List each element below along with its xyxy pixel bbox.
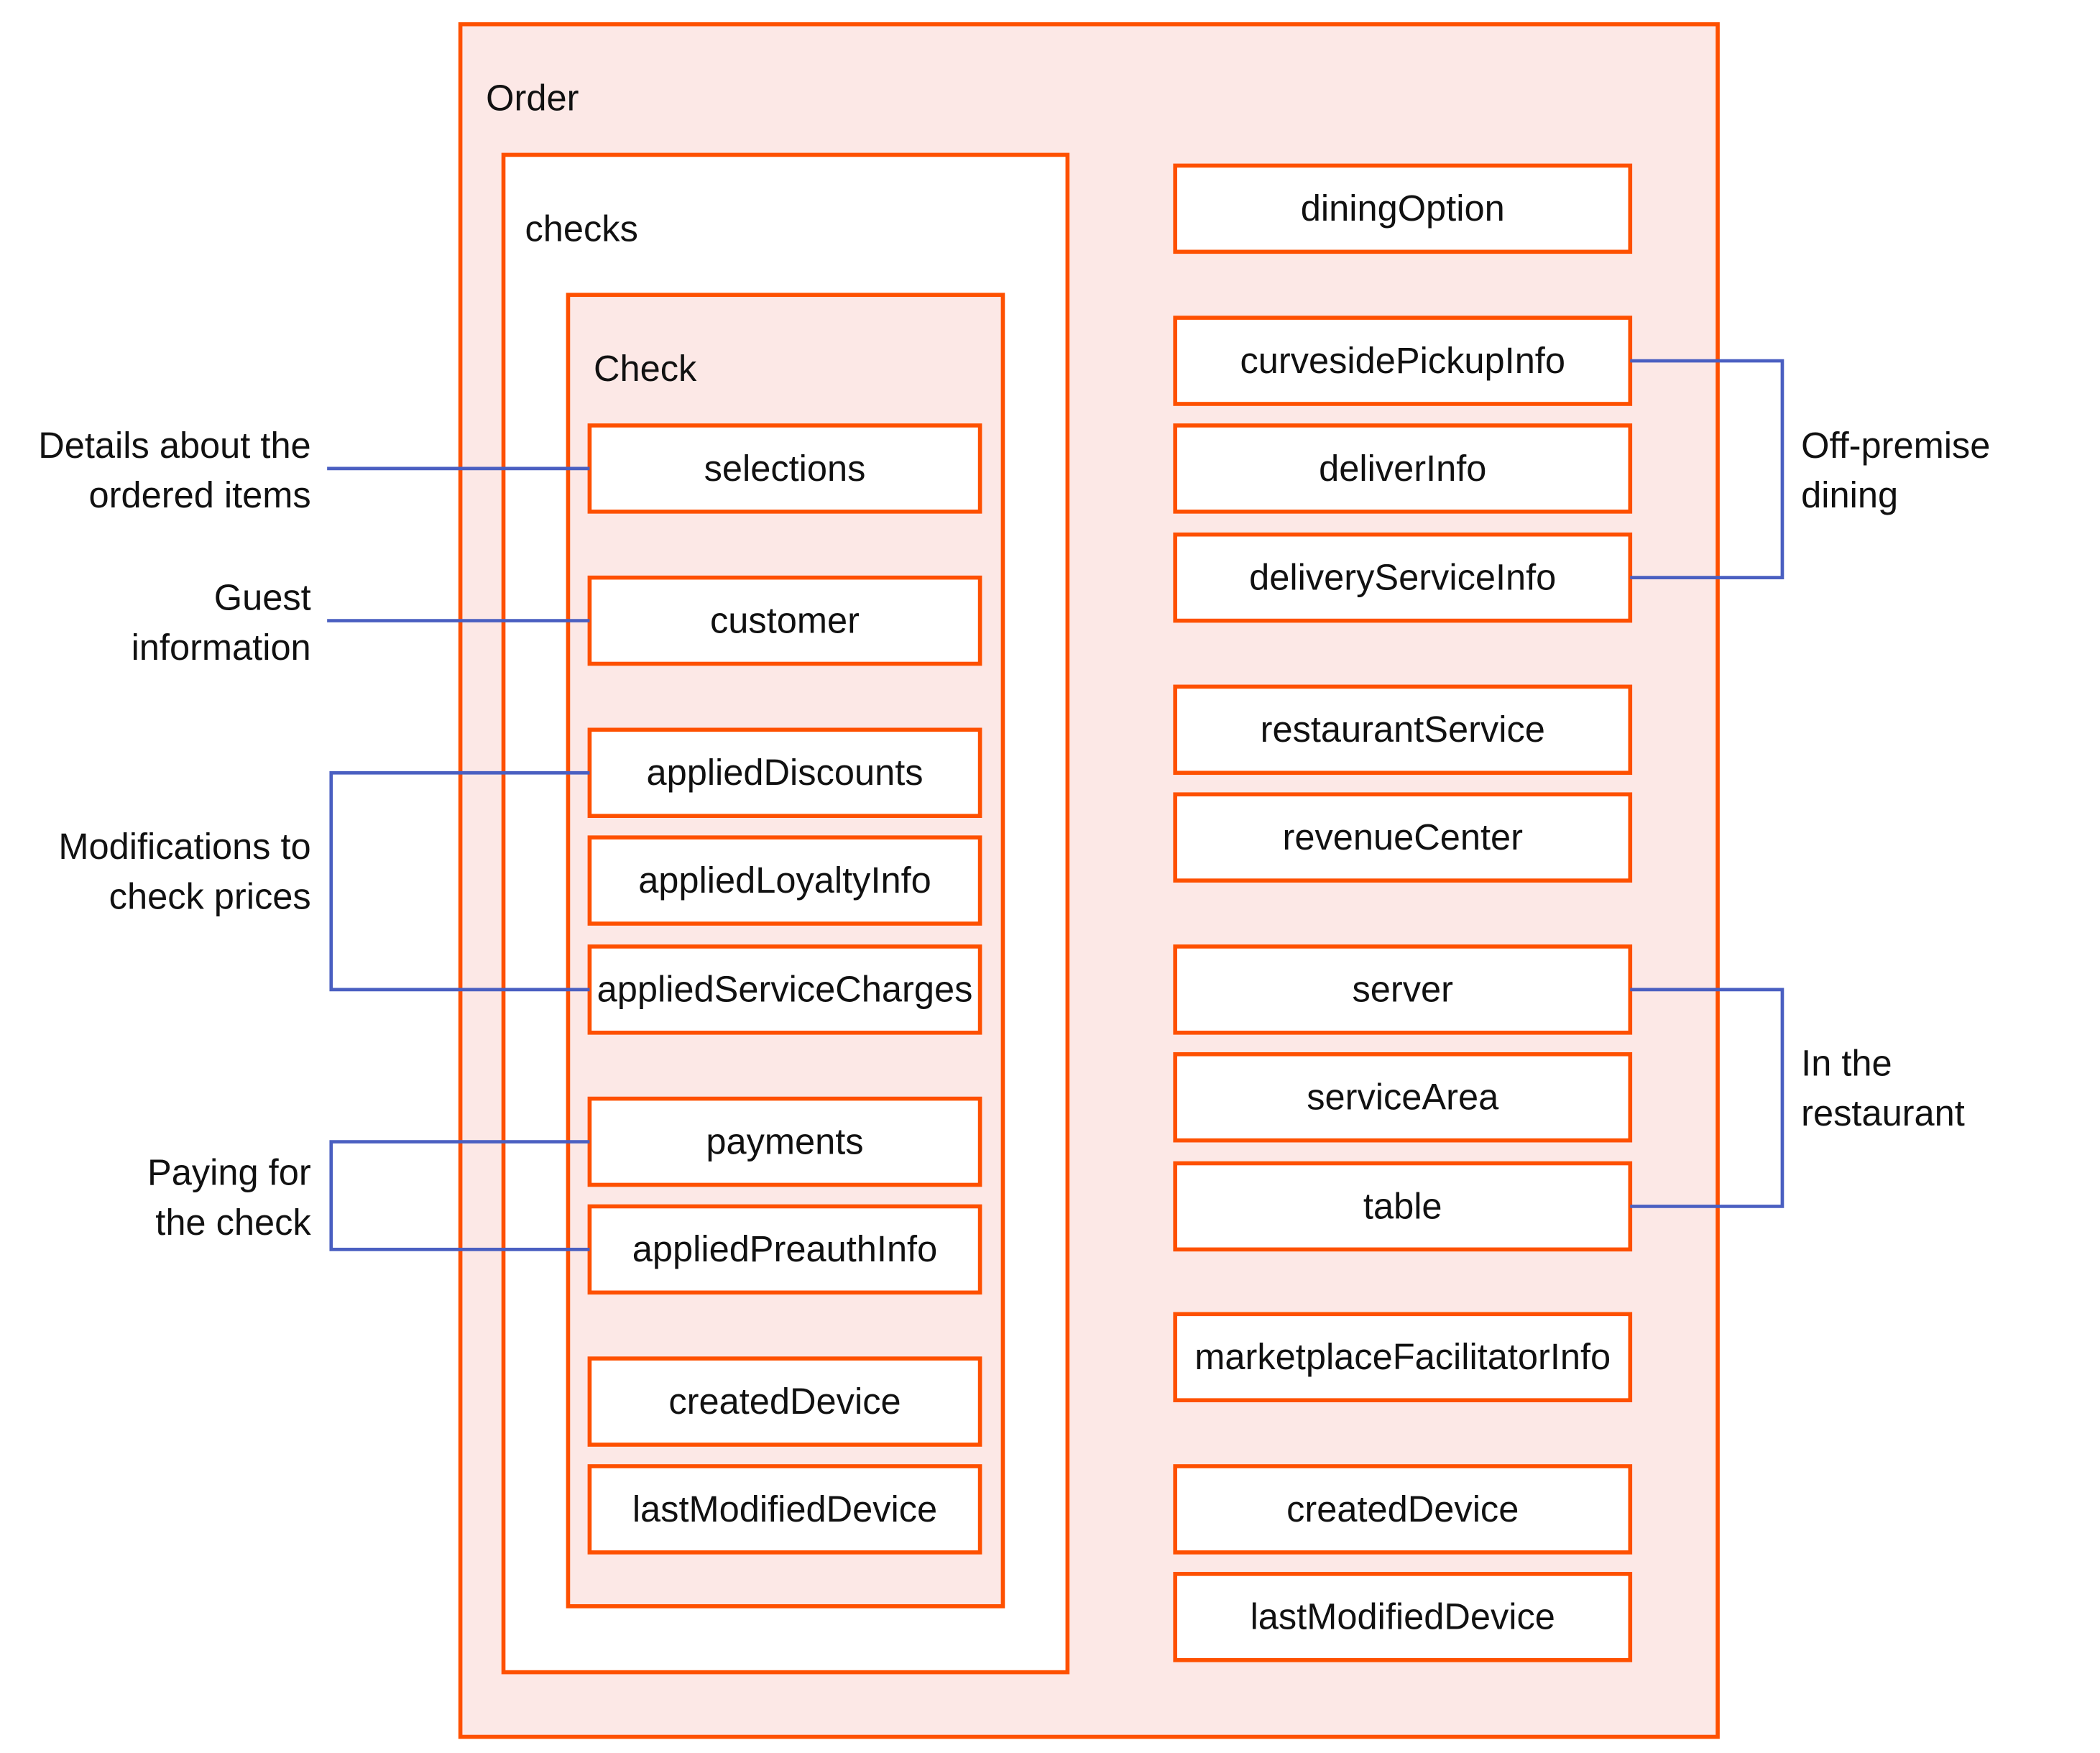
- field-box-customer: customer: [587, 575, 982, 666]
- field-box-deliverInfo: deliverInfo: [1173, 423, 1633, 514]
- field-label: appliedLoyaltyInfo: [638, 860, 931, 901]
- annotation-left-text: the check: [155, 1202, 311, 1243]
- field-box-table: table: [1173, 1161, 1633, 1252]
- annotation-right-text: In the: [1801, 1043, 1892, 1084]
- field-label: marketplaceFacilitatorInfo: [1194, 1336, 1611, 1377]
- field-label: deliveryServiceInfo: [1249, 556, 1556, 597]
- field-label: table: [1363, 1185, 1442, 1226]
- field-box-marketplaceFacilitatorInfo: marketplaceFacilitatorInfo: [1173, 1312, 1633, 1403]
- field-box-selections: selections: [587, 423, 982, 514]
- field-box-deliveryServiceInfo: deliveryServiceInfo: [1173, 532, 1633, 623]
- annotation-left-text: Paying for: [147, 1151, 311, 1192]
- order-label: Order: [486, 78, 579, 119]
- field-label: serviceArea: [1307, 1077, 1499, 1118]
- field-label: appliedDiscounts: [646, 752, 923, 793]
- field-box-revenueCenter: revenueCenter: [1173, 792, 1633, 883]
- annotation-left-text: Details about the: [38, 425, 310, 466]
- checks-label: checks: [525, 208, 638, 249]
- field-box-lastModifiedDevice: lastModifiedDevice: [1173, 1572, 1633, 1662]
- annotation-right-text: restaurant: [1801, 1092, 1965, 1133]
- field-label: appliedPreauthInfo: [632, 1228, 937, 1269]
- field-box-appliedServiceCharges: appliedServiceCharges: [587, 944, 982, 1035]
- field-label: diningOption: [1301, 188, 1505, 229]
- field-label: appliedServiceCharges: [597, 969, 973, 1010]
- check-label: Check: [594, 348, 697, 389]
- annotation-left-text: information: [132, 627, 311, 668]
- field-box-curvesidePickupInfo: curvesidePickupInfo: [1173, 316, 1633, 406]
- field-box-appliedPreauthInfo: appliedPreauthInfo: [587, 1204, 982, 1295]
- field-label: revenueCenter: [1283, 816, 1523, 857]
- field-box-createdDevice: createdDevice: [1173, 1464, 1633, 1555]
- field-label: restaurantService: [1261, 709, 1545, 750]
- field-label: curvesidePickupInfo: [1240, 340, 1565, 381]
- field-box-appliedDiscounts: appliedDiscounts: [587, 727, 982, 819]
- field-box-diningOption: diningOption: [1173, 163, 1633, 254]
- field-box-payments: payments: [587, 1096, 982, 1187]
- order-structure-diagram: Order checks Check selections customer app…: [38, 22, 1990, 1739]
- annotation-left-text: Guest: [214, 577, 311, 618]
- annotation-left-text: check prices: [109, 875, 311, 916]
- field-label: deliverInfo: [1319, 448, 1486, 489]
- annotation-right-text: dining: [1801, 474, 1898, 515]
- field-box-restaurantService: restaurantService: [1173, 684, 1633, 776]
- field-box-createdDevice: createdDevice: [587, 1356, 982, 1447]
- field-label: selections: [704, 448, 866, 489]
- field-box-lastModifiedDevice: lastModifiedDevice: [587, 1464, 982, 1555]
- field-label: createdDevice: [668, 1381, 901, 1422]
- field-box-server: server: [1173, 944, 1633, 1035]
- field-label: createdDevice: [1286, 1489, 1519, 1529]
- field-label: payments: [706, 1121, 863, 1161]
- annotation-left-text: ordered items: [89, 474, 311, 515]
- field-label: server: [1353, 969, 1453, 1010]
- check-fields: selections customer appliedDiscounts applie…: [587, 423, 982, 1555]
- field-box-serviceArea: serviceArea: [1173, 1052, 1633, 1143]
- field-box-appliedLoyaltyInfo: appliedLoyaltyInfo: [587, 835, 982, 926]
- field-label: lastModifiedDevice: [1251, 1596, 1555, 1637]
- field-label: customer: [710, 599, 860, 640]
- annotation-left-text: Modifications to: [58, 826, 310, 867]
- field-label: lastModifiedDevice: [632, 1489, 937, 1529]
- annotation-right-text: Off-premise: [1801, 425, 1990, 466]
